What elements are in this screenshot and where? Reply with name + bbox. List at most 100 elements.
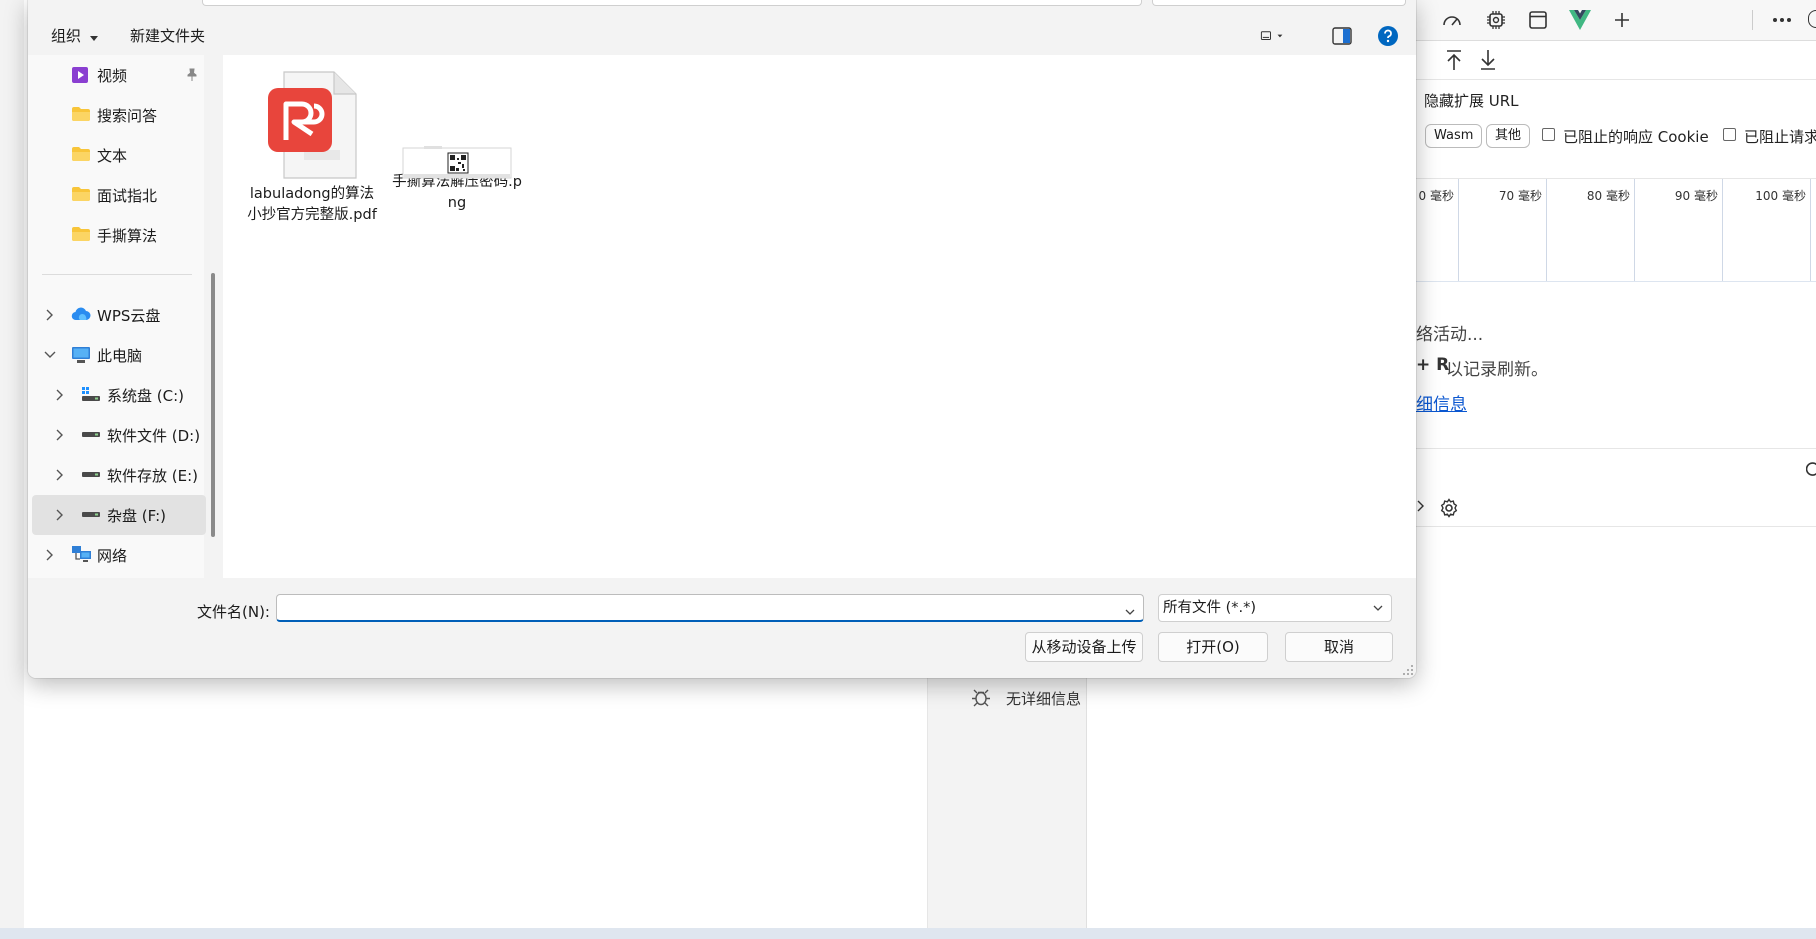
drive-icon: [81, 426, 101, 442]
help-icon[interactable]: [1374, 22, 1402, 50]
filter-chip-other[interactable]: 其他: [1486, 124, 1531, 148]
settings-icon[interactable]: [1438, 497, 1460, 523]
folder-icon: [71, 146, 91, 162]
filter-chip-wasm[interactable]: Wasm: [1425, 124, 1483, 148]
chevron-right-icon[interactable]: [54, 509, 66, 521]
devtools-drawer-header: [1416, 448, 1816, 491]
timeline-gridline: [1458, 179, 1459, 281]
nav-item-drive-c[interactable]: 系统盘 (C:): [28, 375, 203, 415]
address-bar[interactable]: [202, 0, 1142, 6]
network-icon: [71, 545, 93, 563]
taskbar-strip: [0, 928, 1816, 939]
search-box[interactable]: [1152, 0, 1406, 6]
devtools-filter-row: 隐藏扩展 URL: [1416, 80, 1816, 120]
blocked-cookie-checkbox[interactable]: [1542, 128, 1555, 141]
blocked-request-checkbox[interactable]: [1723, 128, 1736, 141]
nav-item-label: 网络: [97, 547, 128, 565]
nav-item-algorithms[interactable]: 手撕算法: [28, 215, 203, 255]
filename-label: 文件名(N):: [197, 603, 270, 621]
nav-item-interview-guide[interactable]: 面试指北: [28, 175, 203, 215]
bug-icon: [970, 686, 992, 712]
cancel-button[interactable]: 取消: [1285, 632, 1393, 662]
drive-icon: [81, 466, 101, 482]
video-icon: [71, 66, 89, 84]
nav-item-this-pc[interactable]: 此电脑: [28, 335, 203, 375]
upload-from-mobile-button[interactable]: 从移动设备上传: [1025, 632, 1143, 662]
nav-item-drive-f[interactable]: 杂盘 (F:): [32, 495, 206, 535]
nav-item-label: WPS云盘: [97, 307, 161, 325]
vue-icon[interactable]: [1568, 8, 1592, 32]
file-item-pdf[interactable]: labuladong的算法小抄官方完整版.pdf: [247, 70, 377, 226]
drive-icon: [81, 386, 101, 402]
filename-combobox[interactable]: [276, 594, 1144, 622]
nav-item-network[interactable]: 网络: [28, 535, 203, 575]
nav-item-text[interactable]: 文本: [28, 135, 203, 175]
application-icon[interactable]: [1526, 8, 1550, 32]
performance-icon[interactable]: [1440, 8, 1464, 32]
chevron-down-icon: [89, 28, 98, 46]
open-button[interactable]: 打开(O): [1158, 632, 1268, 662]
nav-item-drive-e[interactable]: 软件存放 (E:): [28, 455, 203, 495]
devtools-toolbar: [1416, 0, 1816, 41]
dialog-footer: [28, 578, 1416, 678]
network-empty-message: 络活动...: [1416, 325, 1484, 345]
nav-item-label: 搜索问答: [97, 107, 158, 125]
filename-input[interactable]: [281, 598, 1105, 618]
nav-item-label: 视频: [97, 67, 128, 85]
organize-button[interactable]: 组织: [51, 25, 98, 46]
drive-icon: [81, 506, 101, 522]
pin-icon[interactable]: [185, 68, 199, 86]
devtools-drawer-toolbar: [1416, 490, 1816, 527]
more-icon[interactable]: [1770, 8, 1794, 32]
blocked-cookie-label: 已阻止的响应 Cookie: [1563, 128, 1709, 146]
pc-icon: [71, 346, 91, 364]
more-info-link[interactable]: 细信息: [1416, 390, 1467, 415]
chevron-down-icon[interactable]: [1125, 604, 1135, 620]
view-options-button[interactable]: [1260, 22, 1288, 50]
add-tab-icon[interactable]: [1610, 8, 1634, 32]
upload-icon[interactable]: [1444, 49, 1464, 75]
chevron-down-icon: [1373, 595, 1383, 621]
wps-pdf-icon: [264, 70, 360, 180]
refresh-icon[interactable]: [1805, 461, 1816, 481]
chevron-right-icon[interactable]: [54, 429, 66, 441]
timeline-gridline: [1546, 179, 1547, 281]
organize-label: 组织: [51, 27, 82, 45]
chevron-right-icon[interactable]: [54, 469, 66, 481]
nav-item-label: 软件存放 (E:): [107, 467, 199, 485]
chevron-right-icon[interactable]: [54, 389, 66, 401]
chevron-right-icon[interactable]: [44, 309, 56, 321]
nav-item-drive-d[interactable]: 软件文件 (D:): [28, 415, 203, 455]
chevron-down-icon[interactable]: [44, 349, 56, 361]
timeline-tick-label: 80 毫秒: [1586, 189, 1630, 203]
timeline-tick-label: 70 毫秒: [1498, 189, 1542, 203]
nav-item-label: 手撕算法: [97, 227, 158, 245]
no-details-row: 无详细信息: [970, 686, 1082, 712]
new-folder-button[interactable]: 新建文件夹: [130, 25, 205, 46]
nav-scrollbar-thumb[interactable]: [211, 273, 215, 537]
resize-grip-icon[interactable]: [1402, 664, 1414, 676]
feedback-icon[interactable]: [1808, 10, 1816, 28]
nav-item-search-qa[interactable]: 搜索问答: [28, 95, 203, 135]
nav-item-videos[interactable]: 视频: [28, 55, 203, 95]
timeline-gridline: [1722, 179, 1723, 281]
preview-pane-icon[interactable]: [1328, 22, 1356, 50]
download-icon[interactable]: [1478, 49, 1498, 75]
timeline-tick-label: 90 毫秒: [1674, 189, 1718, 203]
chevron-right-icon[interactable]: [44, 549, 56, 561]
filetype-select[interactable]: 所有文件 (*.*): [1158, 594, 1392, 622]
nav-item-label: 此电脑: [97, 347, 143, 365]
nav-item-label: 系统盘 (C:): [107, 387, 184, 405]
cpu-icon[interactable]: [1484, 8, 1508, 32]
file-name: labuladong的算法小抄官方完整版.pdf: [247, 186, 377, 223]
nav-item-label: 软件文件 (D:): [107, 427, 201, 445]
file-item-png[interactable]: 手撕算法解压密码.png: [392, 70, 522, 214]
folder-icon: [71, 186, 91, 202]
image-thumbnail-icon: [402, 70, 512, 180]
nav-item-wps-cloud[interactable]: WPS云盘: [28, 295, 203, 335]
no-details-text: 无详细信息: [1006, 690, 1082, 708]
devtools-network-toolbar: [1416, 41, 1816, 80]
dropdown-icon[interactable]: [1416, 500, 1426, 516]
cloud-icon: [71, 306, 91, 322]
nav-item-label: 杂盘 (F:): [107, 507, 166, 525]
